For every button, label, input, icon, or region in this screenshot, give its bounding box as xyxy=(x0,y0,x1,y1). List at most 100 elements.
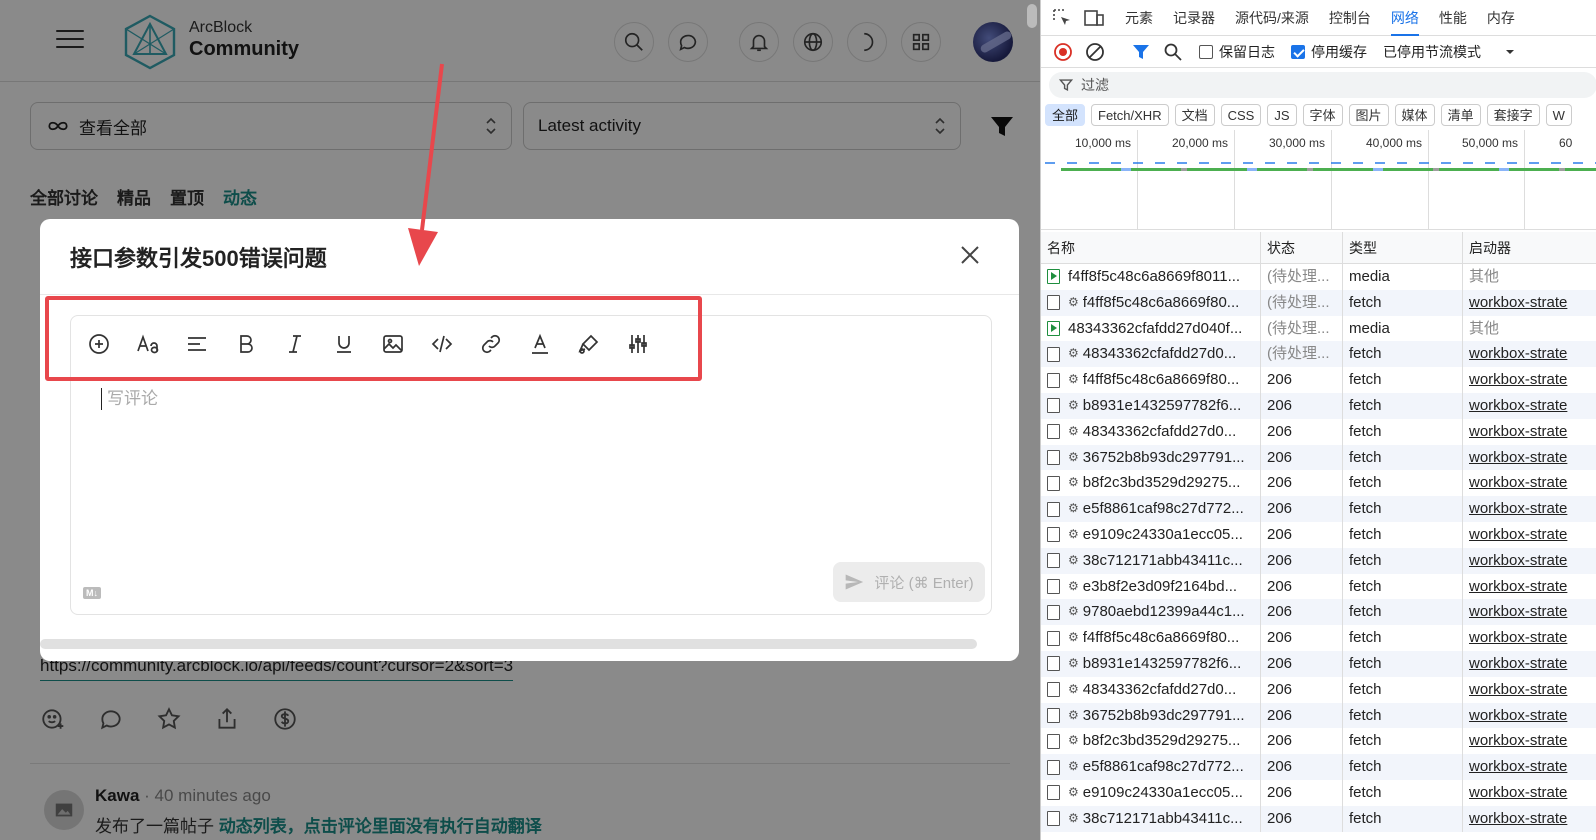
page-scrollbar[interactable] xyxy=(1027,4,1037,28)
table-row[interactable]: f4ff8f5c48c6a8669f8011... (待处理... media 其他 xyxy=(1041,264,1596,290)
table-row[interactable]: ⚙ e9109c24330a1ecc05... 206 fetch workbox-st… xyxy=(1041,779,1596,806)
request-name-cell[interactable]: ⚙ f4ff8f5c48c6a8669f80... xyxy=(1041,625,1261,651)
request-name-cell[interactable]: ⚙ e9109c24330a1ecc05... xyxy=(1041,521,1261,548)
request-name-cell[interactable]: ⚙ 48343362cfafdd27d0... xyxy=(1041,418,1261,445)
search-icon[interactable] xyxy=(1163,42,1183,62)
request-name-cell[interactable]: 48343362cfafdd27d040f... xyxy=(1041,315,1261,342)
request-initiator[interactable]: workbox-strate xyxy=(1463,290,1596,316)
submit-comment-button[interactable]: 评论 (⌘ Enter) xyxy=(833,562,985,602)
request-initiator[interactable]: workbox-strate xyxy=(1463,806,1596,832)
table-row[interactable]: ⚙ 38c712171abb43411c... 206 fetch workbox-st… xyxy=(1041,805,1596,832)
comment-placeholder[interactable]: 写评论 xyxy=(101,388,158,410)
request-initiator[interactable]: workbox-strate xyxy=(1463,470,1596,496)
table-row[interactable]: ⚙ e5f8861caf98c27d772... 206 fetch workbox-s… xyxy=(1041,496,1596,522)
request-initiator[interactable]: workbox-strate xyxy=(1463,367,1596,393)
request-name-cell[interactable]: ⚙ e5f8861caf98c27d772... xyxy=(1041,754,1261,780)
table-row[interactable]: ⚙ 38c712171abb43411c... 206 fetch workbox-st… xyxy=(1041,547,1596,574)
devtools-tab-network[interactable]: 网络 xyxy=(1390,0,1419,36)
chip-css[interactable]: CSS xyxy=(1220,104,1262,126)
table-row[interactable]: ⚙ e3b8f2e3d09f2164bd... 206 fetch workbox-st… xyxy=(1041,573,1596,600)
table-row[interactable]: ⚙ b8931e1432597782f6... 206 fetch workbox-st… xyxy=(1041,650,1596,677)
request-name-cell[interactable]: ⚙ b8f2c3bd3529d29275... xyxy=(1041,728,1261,755)
dialog-scrollbar[interactable] xyxy=(40,639,977,649)
chip-wasm[interactable]: W xyxy=(1545,104,1572,126)
chip-all[interactable]: 全部 xyxy=(1045,104,1086,126)
clear-icon[interactable] xyxy=(1085,42,1105,62)
device-toolbar-icon[interactable] xyxy=(1083,7,1105,29)
table-row[interactable]: ⚙ f4ff8f5c48c6a8669f80... (待处理... fetch work… xyxy=(1041,289,1596,316)
filter-funnel-icon[interactable] xyxy=(1131,42,1151,62)
table-row[interactable]: ⚙ b8f2c3bd3529d29275... 206 fetch workbox-st… xyxy=(1041,728,1596,755)
request-name-cell[interactable]: ⚙ f4ff8f5c48c6a8669f80... xyxy=(1041,367,1261,393)
table-row[interactable]: ⚙ 36752b8b93dc297791... 206 fetch workbox-st… xyxy=(1041,702,1596,729)
request-name-cell[interactable]: ⚙ 48343362cfafdd27d0... xyxy=(1041,676,1261,703)
table-row[interactable]: ⚙ f4ff8f5c48c6a8669f80... 206 fetch workbox-… xyxy=(1041,367,1596,393)
request-name-cell[interactable]: ⚙ 38c712171abb43411c... xyxy=(1041,805,1261,832)
request-initiator[interactable]: workbox-strate xyxy=(1463,625,1596,651)
request-initiator[interactable]: workbox-strate xyxy=(1463,703,1596,729)
table-row[interactable]: ⚙ 36752b8b93dc297791... 206 fetch workbox-st… xyxy=(1041,444,1596,471)
request-initiator[interactable]: workbox-strate xyxy=(1463,780,1596,806)
request-name-cell[interactable]: ⚙ 9780aebd12399a44c1... xyxy=(1041,599,1261,626)
request-initiator[interactable]: workbox-strate xyxy=(1463,599,1596,625)
request-name-cell[interactable]: ⚙ 36752b8b93dc297791... xyxy=(1041,444,1261,471)
table-row[interactable]: ⚙ 48343362cfafdd27d0... (待处理... fetch workbo… xyxy=(1041,341,1596,368)
chip-doc[interactable]: 文档 xyxy=(1174,104,1215,126)
request-initiator[interactable]: workbox-strate xyxy=(1463,548,1596,574)
table-row[interactable]: ⚙ 48343362cfafdd27d0... 206 fetch workbox-st… xyxy=(1041,418,1596,445)
request-name-cell[interactable]: ⚙ 38c712171abb43411c... xyxy=(1041,547,1261,574)
table-row[interactable]: 48343362cfafdd27d040f... (待处理... media 其他 xyxy=(1041,315,1596,342)
inspect-element-icon[interactable] xyxy=(1051,7,1073,29)
request-initiator[interactable]: workbox-strate xyxy=(1463,445,1596,471)
request-name-cell[interactable]: ⚙ 48343362cfafdd27d0... xyxy=(1041,341,1261,368)
request-initiator[interactable]: workbox-strate xyxy=(1463,754,1596,780)
devtools-tab-performance[interactable]: 性能 xyxy=(1439,0,1467,36)
network-timeline[interactable]: 10,000 ms 20,000 ms 30,000 ms 40,000 ms … xyxy=(1041,130,1596,230)
table-row[interactable]: ⚙ 48343362cfafdd27d0... 206 fetch workbox-st… xyxy=(1041,676,1596,703)
request-name-cell[interactable]: ⚙ f4ff8f5c48c6a8669f80... xyxy=(1041,289,1261,316)
request-initiator[interactable]: workbox-strate xyxy=(1463,728,1596,754)
table-row[interactable]: ⚙ b8f2c3bd3529d29275... 206 fetch workbox-st… xyxy=(1041,470,1596,497)
table-row[interactable]: ⚙ e9109c24330a1ecc05... 206 fetch workbox-st… xyxy=(1041,521,1596,548)
request-name-cell[interactable]: ⚙ e3b8f2e3d09f2164bd... xyxy=(1041,573,1261,600)
preserve-log-checkbox[interactable] xyxy=(1199,44,1213,59)
request-name-cell[interactable]: ⚙ 36752b8b93dc297791... xyxy=(1041,702,1261,729)
table-row[interactable]: ⚙ e5f8861caf98c27d772... 206 fetch workbox-s… xyxy=(1041,754,1596,780)
chip-socket[interactable]: 套接字 xyxy=(1486,104,1540,126)
close-icon[interactable] xyxy=(958,243,982,267)
request-name-cell[interactable]: ⚙ e5f8861caf98c27d772... xyxy=(1041,496,1261,522)
table-row[interactable]: ⚙ f4ff8f5c48c6a8669f80... 206 fetch workbox-… xyxy=(1041,625,1596,651)
network-filter-input[interactable]: 过滤 xyxy=(1049,72,1596,98)
throttle-select[interactable]: 已停用节流模式 xyxy=(1383,42,1481,62)
request-name-cell[interactable]: ⚙ b8f2c3bd3529d29275... xyxy=(1041,470,1261,497)
devtools-tab-recorder[interactable]: 记录器 xyxy=(1173,0,1215,36)
devtools-tab-sources[interactable]: 源代码/来源 xyxy=(1235,0,1309,36)
column-type[interactable]: 类型 xyxy=(1343,232,1463,263)
column-name[interactable]: 名称 xyxy=(1041,232,1261,263)
request-initiator[interactable]: workbox-strate xyxy=(1463,419,1596,445)
request-initiator[interactable]: workbox-strate xyxy=(1463,574,1596,600)
request-name-cell[interactable]: f4ff8f5c48c6a8669f8011... xyxy=(1041,264,1261,290)
chevron-down-icon[interactable] xyxy=(1505,47,1515,57)
stop-recording-icon[interactable] xyxy=(1053,42,1073,62)
table-row[interactable]: ⚙ 9780aebd12399a44c1... 206 fetch workbox-st… xyxy=(1041,599,1596,626)
request-initiator[interactable]: workbox-strate xyxy=(1463,393,1596,419)
table-row[interactable]: ⚙ b8931e1432597782f6... 206 fetch workbox-st… xyxy=(1041,392,1596,419)
request-name-cell[interactable]: ⚙ b8931e1432597782f6... xyxy=(1041,392,1261,419)
request-name-cell[interactable]: ⚙ b8931e1432597782f6... xyxy=(1041,650,1261,677)
chip-fetch-xhr[interactable]: Fetch/XHR xyxy=(1091,104,1169,126)
chip-manifest[interactable]: 清单 xyxy=(1440,104,1481,126)
chip-font[interactable]: 字体 xyxy=(1302,104,1343,126)
request-initiator[interactable]: workbox-strate xyxy=(1463,677,1596,703)
request-initiator[interactable]: workbox-strate xyxy=(1463,522,1596,548)
request-initiator[interactable]: workbox-strate xyxy=(1463,496,1596,522)
request-initiator[interactable]: workbox-strate xyxy=(1463,651,1596,677)
devtools-tab-memory[interactable]: 内存 xyxy=(1487,0,1515,36)
devtools-tab-elements[interactable]: 元素 xyxy=(1125,0,1153,36)
column-status[interactable]: 状态 xyxy=(1261,232,1343,263)
chip-media[interactable]: 媒体 xyxy=(1394,104,1435,126)
chip-js[interactable]: JS xyxy=(1267,104,1297,126)
request-name-cell[interactable]: ⚙ e9109c24330a1ecc05... xyxy=(1041,779,1261,806)
request-initiator[interactable]: workbox-strate xyxy=(1463,341,1596,367)
disable-cache-checkbox[interactable] xyxy=(1291,44,1305,59)
